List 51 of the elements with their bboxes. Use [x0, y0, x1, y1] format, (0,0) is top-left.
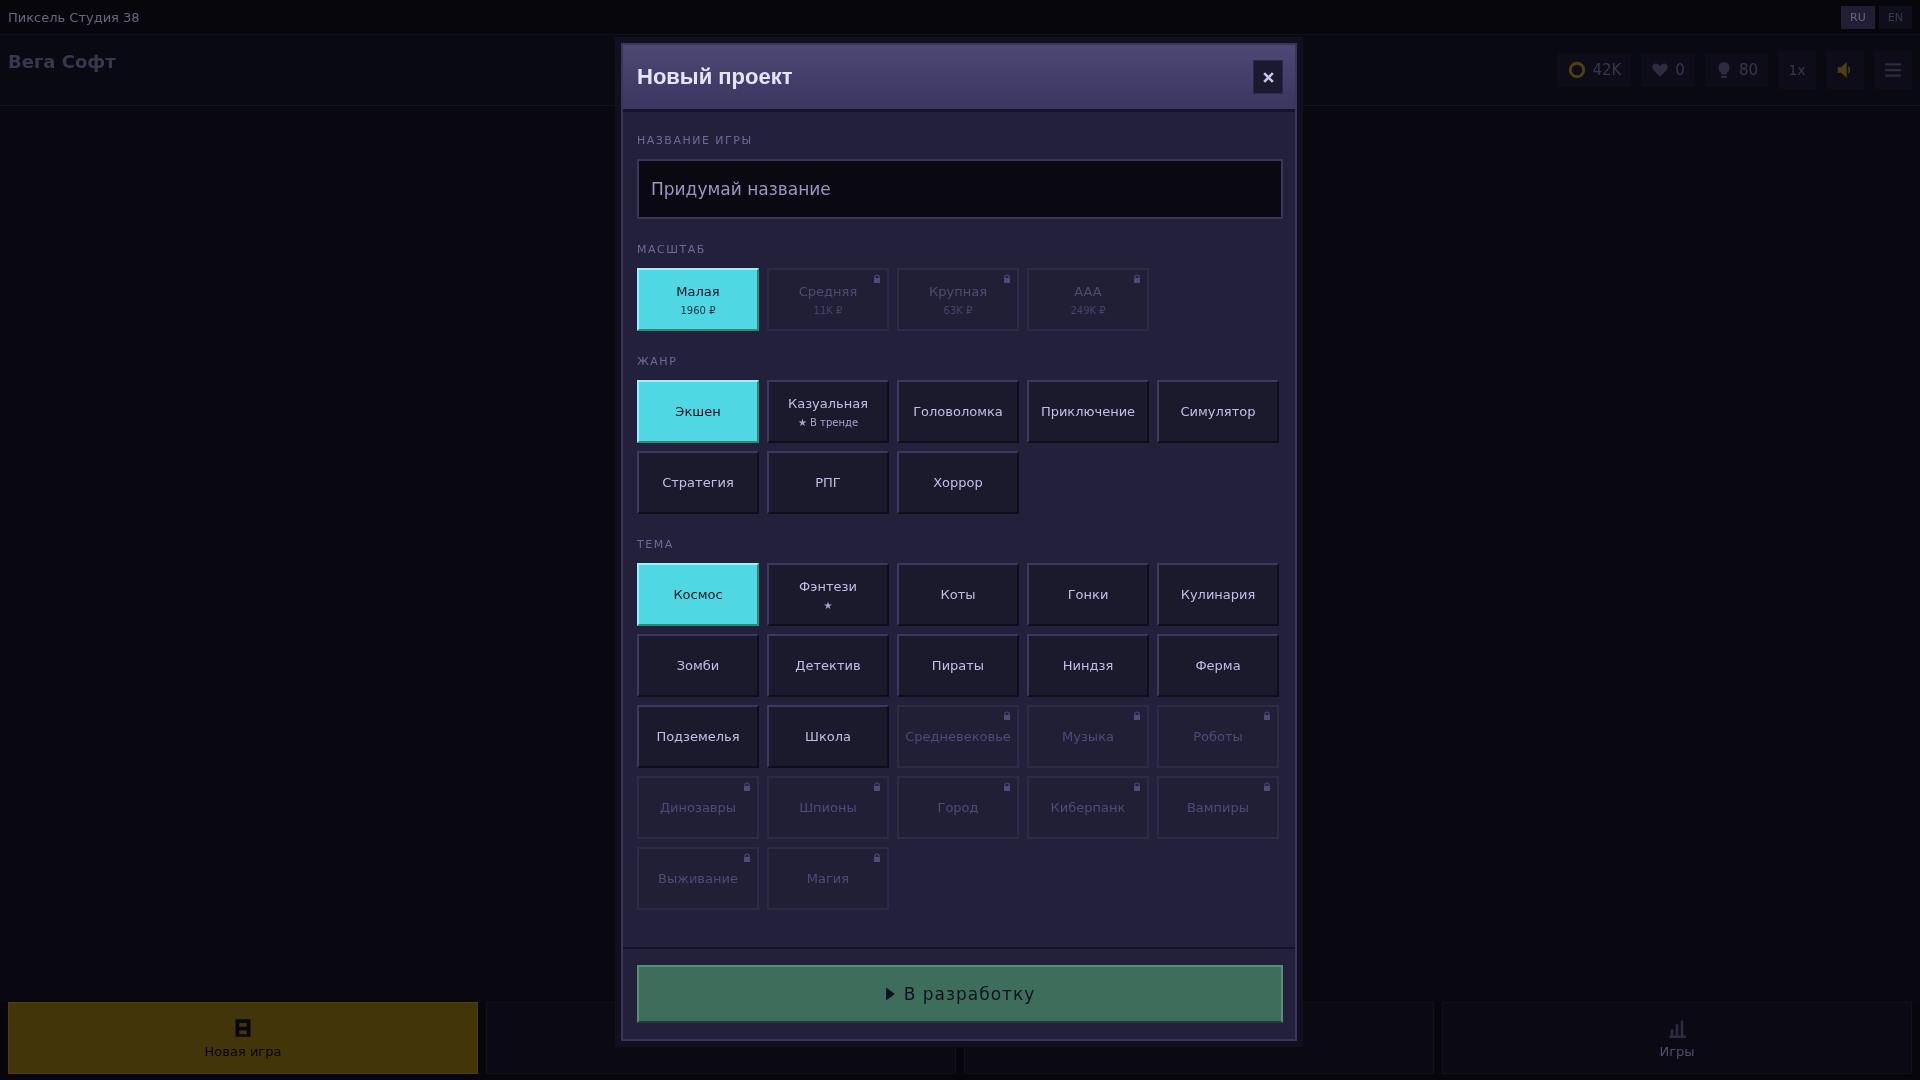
game-name-field[interactable]: Придумай название	[637, 159, 1283, 219]
lock-icon	[1133, 782, 1141, 792]
option-button[interactable]: Зомби	[637, 634, 759, 697]
close-button[interactable]	[1253, 60, 1283, 94]
studio-name: Вега Софт	[8, 51, 116, 72]
section-label: ЖАНР	[637, 355, 679, 368]
lock-icon	[1133, 711, 1141, 721]
lock-icon	[1003, 782, 1011, 792]
dialog-title: Новый проект	[637, 64, 793, 90]
option-button[interactable]: Детектив	[767, 634, 889, 697]
coin-icon	[1568, 61, 1587, 79]
option-button[interactable]: Кулинария	[1157, 563, 1279, 626]
option-button[interactable]: Казуальная ★ В тренде	[767, 380, 889, 443]
option-button[interactable]: Подземелья	[637, 705, 759, 768]
lock-icon	[873, 853, 881, 863]
lock-icon	[1133, 274, 1141, 284]
lock-icon	[873, 782, 881, 792]
close-icon	[1261, 70, 1275, 84]
app-title: Пиксель Студия 38	[8, 9, 140, 25]
section-label: ТЕМА	[637, 538, 675, 551]
lock-icon	[743, 853, 751, 863]
heart-icon	[1651, 61, 1670, 79]
section-label: МАСШТАБ	[637, 243, 707, 256]
lock-icon	[873, 274, 881, 284]
lock-icon	[1263, 711, 1271, 721]
lock-icon	[1263, 782, 1271, 792]
option-button[interactable]: Ниндзя	[1027, 634, 1149, 697]
play-icon	[884, 986, 896, 1002]
menu-icon	[1884, 61, 1902, 79]
option-button[interactable]: Гонки	[1027, 563, 1149, 626]
option-button[interactable]: Коты	[897, 563, 1019, 626]
sound-button[interactable]	[1826, 51, 1864, 89]
option-button[interactable]: Пираты	[897, 634, 1019, 697]
option-button[interactable]: Космос	[637, 563, 759, 626]
lock-icon	[1003, 711, 1011, 721]
section-label: НАЗВАНИЕ ИГРЫ	[637, 134, 754, 147]
option-button[interactable]: Симулятор	[1157, 380, 1279, 443]
option-button[interactable]: Экшен	[637, 380, 759, 443]
menu-button[interactable]	[1874, 51, 1912, 89]
option-button[interactable]: Малая 1960 ₽	[637, 268, 759, 331]
option-button[interactable]: Школа	[767, 705, 889, 768]
option-button[interactable]: Хоррор	[897, 451, 1019, 514]
option-button[interactable]: РПГ	[767, 451, 889, 514]
option-button[interactable]: Ферма	[1157, 634, 1279, 697]
option-button[interactable]: Фэнтези ★	[767, 563, 889, 626]
option-button[interactable]: Стратегия	[637, 451, 759, 514]
option-button[interactable]: Головоломка	[897, 380, 1019, 443]
cartridge-icon	[234, 1017, 252, 1038]
lock-icon	[1003, 274, 1011, 284]
option-button[interactable]: Приключение	[1027, 380, 1149, 443]
lock-icon	[743, 782, 751, 792]
